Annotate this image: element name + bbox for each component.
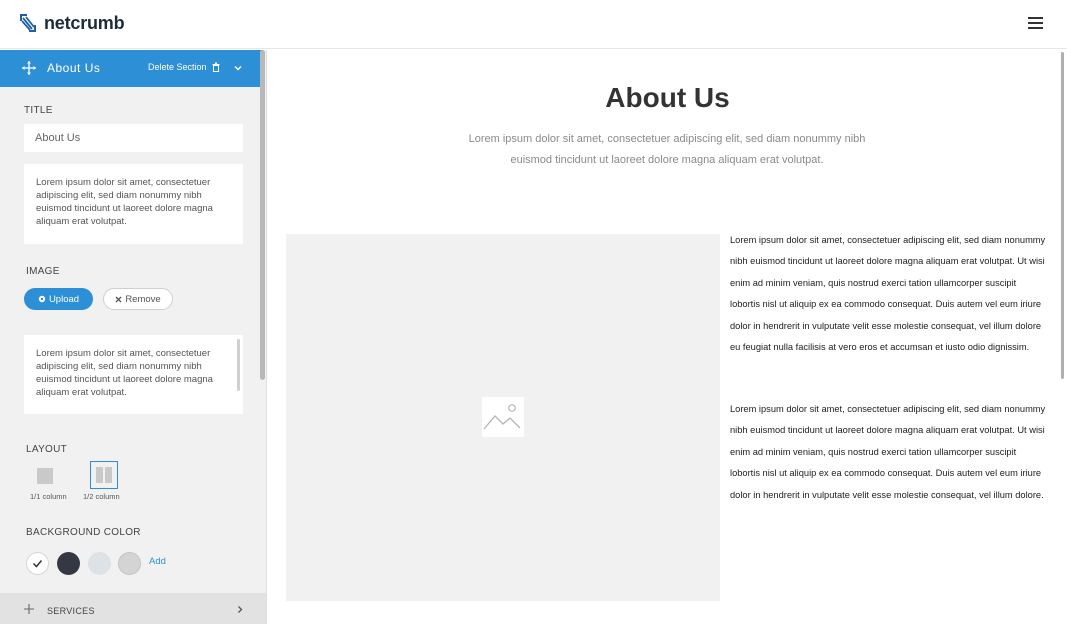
services-label: SERVICES <box>47 606 95 616</box>
gear-icon <box>38 295 46 303</box>
editor-sidebar: About Us Delete Section TITLE Lorem ipsu… <box>0 50 267 624</box>
delete-section-button[interactable]: Delete Section <box>148 62 220 72</box>
layout-caption-full: 1/1 column <box>30 492 67 501</box>
image-description-field[interactable]: Lorem ipsum dolor sit amet, consectetuer… <box>24 335 243 414</box>
section-title: About Us <box>47 61 101 75</box>
add-color-link[interactable]: Add <box>149 556 166 567</box>
body-paragraph-1: Lorem ipsum dolor sit amet, consectetuer… <box>730 235 1046 353</box>
remove-button[interactable]: Remove <box>103 288 173 310</box>
image-label: IMAGE <box>26 266 60 277</box>
delete-section-label: Delete Section <box>148 62 207 72</box>
remove-label: Remove <box>125 293 161 305</box>
textarea-scrollbar[interactable] <box>237 339 240 391</box>
one-column-icon <box>37 468 53 484</box>
swatch-pattern[interactable] <box>118 552 141 575</box>
section-header-about[interactable]: About Us Delete Section <box>0 50 263 87</box>
trash-icon <box>212 62 220 72</box>
move-icon[interactable] <box>22 61 36 75</box>
upload-label: Upload <box>48 293 80 305</box>
title-label: TITLE <box>24 105 53 116</box>
swatch-white[interactable] <box>26 552 49 575</box>
swatch-light-gray[interactable] <box>88 552 111 575</box>
page-subtitle: Lorem ipsum dolor sit amet, consectetuer… <box>468 133 866 166</box>
body-paragraph-2: Lorem ipsum dolor sit amet, consectetuer… <box>730 404 1046 500</box>
page-title: About Us <box>605 82 730 113</box>
layout-option-half[interactable] <box>90 461 118 489</box>
image-description-text: Lorem ipsum dolor sit amet, consectetuer… <box>36 348 213 398</box>
move-icon[interactable] <box>24 604 34 614</box>
close-icon <box>115 296 122 302</box>
background-color-label: BACKGROUND COLOR <box>26 527 141 538</box>
section-header-services[interactable]: SERVICES <box>0 593 266 624</box>
sidebar-scrollbar[interactable] <box>260 50 265 380</box>
image-placeholder <box>286 234 720 601</box>
two-column-icon <box>96 467 112 483</box>
checkmark-icon <box>32 560 43 568</box>
layout-caption-half: 1/2 column <box>83 492 120 501</box>
chevron-down-icon[interactable] <box>233 63 243 73</box>
page-preview: About Us Lorem ipsum dolor sit amet, con… <box>268 50 1067 624</box>
top-bar: netcrumb <box>0 0 1067 49</box>
image-placeholder-icon <box>482 397 524 437</box>
brand-name: netcrumb <box>44 12 125 33</box>
swatch-dark[interactable] <box>57 552 80 575</box>
brand[interactable]: netcrumb <box>18 12 125 34</box>
hamburger-menu-icon[interactable] <box>1028 17 1043 29</box>
netcrumb-logo-icon <box>20 14 36 32</box>
layout-label: LAYOUT <box>26 444 68 455</box>
title-field[interactable] <box>24 124 243 152</box>
upload-button[interactable]: Upload <box>24 288 93 310</box>
chevron-right-icon[interactable] <box>236 605 244 614</box>
layout-option-full[interactable] <box>30 461 58 489</box>
title-description-field[interactable]: Lorem ipsum dolor sit amet, consectetuer… <box>24 164 243 244</box>
